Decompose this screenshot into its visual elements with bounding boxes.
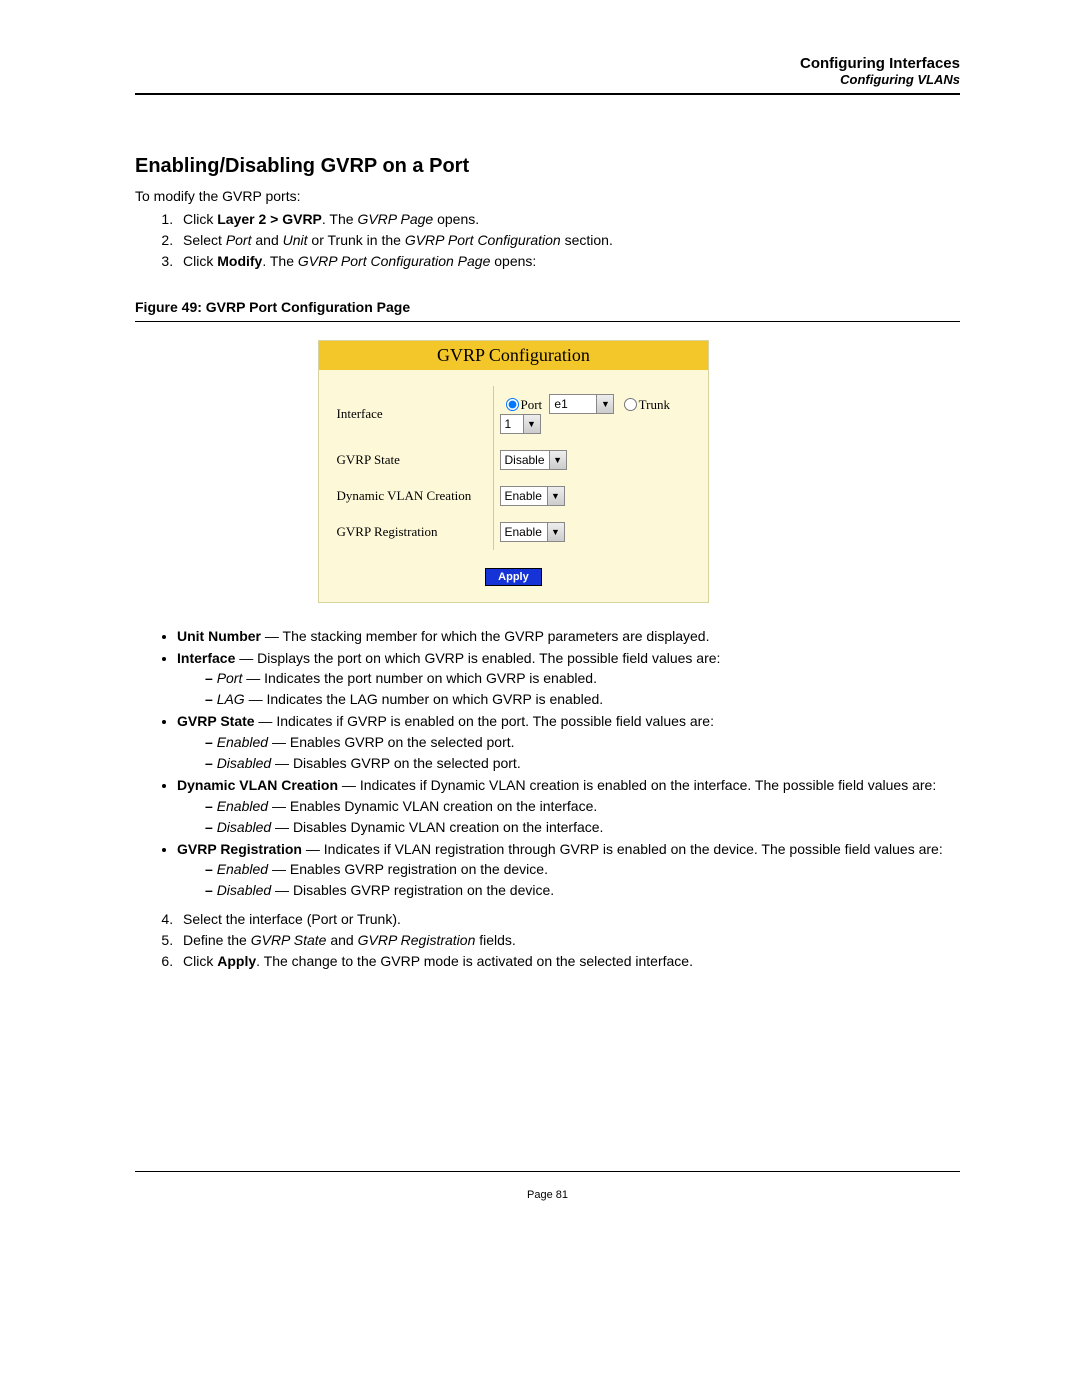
list-item: GVRP Registration — Indicates if VLAN re… [177, 840, 960, 901]
list-item: Click Modify. The GVRP Port Configuratio… [177, 252, 960, 271]
gvrp-form: Interface Port e1▼ Trunk 1▼ GVRP State D… [331, 386, 697, 550]
steps-top: Click Layer 2 > GVRP. The GVRP Page open… [135, 210, 960, 271]
trunk-radio[interactable] [624, 398, 637, 411]
header-line1: Configuring Interfaces [135, 55, 960, 72]
port-radio[interactable] [506, 398, 519, 411]
list-item: Click Layer 2 > GVRP. The GVRP Page open… [177, 210, 960, 229]
dynamic-vlan-label: Dynamic VLAN Creation [331, 478, 494, 514]
gvrp-state-label: GVRP State [331, 442, 494, 478]
field-definitions: Unit Number — The stacking member for wh… [135, 627, 960, 901]
gvrp-panel: GVRP Configuration Interface Port e1▼ Tr… [318, 340, 710, 603]
header-line2: Configuring VLANs [135, 72, 960, 87]
gvrp-registration-select[interactable]: Enable▼ [500, 522, 565, 542]
list-item: Enabled — Enables GVRP on the selected p… [205, 733, 960, 752]
dynamic-vlan-select[interactable]: Enable▼ [500, 486, 565, 506]
page-footer: Page 81 [135, 1179, 960, 1241]
interface-label: Interface [331, 386, 494, 442]
list-item: Interface — Displays the port on which G… [177, 649, 960, 710]
figure-caption: Figure 49: GVRP Port Configuration Page [135, 299, 960, 315]
apply-button[interactable]: Apply [485, 568, 542, 586]
list-item: Disabled — Disables GVRP registration on… [205, 881, 960, 900]
footer-rule [135, 1171, 960, 1172]
list-item: Unit Number — The stacking member for wh… [177, 627, 960, 646]
trunk-select[interactable]: 1▼ [500, 414, 541, 434]
list-item: Select Port and Unit or Trunk in the GVR… [177, 231, 960, 250]
list-item: Click Apply. The change to the GVRP mode… [177, 952, 960, 971]
chevron-down-icon: ▼ [547, 523, 564, 541]
gvrp-panel-wrapper: GVRP Configuration Interface Port e1▼ Tr… [318, 340, 778, 603]
section-title: Enabling/Disabling GVRP on a Port [135, 155, 960, 178]
page-header: Configuring Interfaces Configuring VLANs [135, 55, 960, 87]
list-item: LAG — Indicates the LAG number on which … [205, 690, 960, 709]
document-page: Configuring Interfaces Configuring VLANs… [0, 0, 1080, 1241]
chevron-down-icon: ▼ [523, 415, 540, 433]
panel-side-spacer [709, 340, 777, 603]
port-select[interactable]: e1▼ [549, 394, 614, 414]
panel-title: GVRP Configuration [319, 341, 709, 370]
list-item: Enabled — Enables GVRP registration on t… [205, 860, 960, 879]
figure-rule [135, 321, 960, 322]
gvrp-registration-label: GVRP Registration [331, 514, 494, 550]
header-rule [135, 93, 960, 95]
gvrp-state-select[interactable]: Disable▼ [500, 450, 567, 470]
list-item: Port — Indicates the port number on whic… [205, 669, 960, 688]
chevron-down-icon: ▼ [549, 451, 566, 469]
list-item: Select the interface (Port or Trunk). [177, 910, 960, 929]
list-item: GVRP State — Indicates if GVRP is enable… [177, 712, 960, 773]
interface-controls: Port e1▼ Trunk 1▼ [493, 386, 696, 442]
chevron-down-icon: ▼ [596, 395, 613, 413]
intro-text: To modify the GVRP ports: [135, 188, 960, 204]
chevron-down-icon: ▼ [547, 487, 564, 505]
list-item: Define the GVRP State and GVRP Registrat… [177, 931, 960, 950]
list-item: Enabled — Enables Dynamic VLAN creation … [205, 797, 960, 816]
list-item: Dynamic VLAN Creation — Indicates if Dyn… [177, 776, 960, 837]
list-item: Disabled — Disables Dynamic VLAN creatio… [205, 818, 960, 837]
steps-bottom: Select the interface (Port or Trunk). De… [135, 910, 960, 971]
list-item: Disabled — Disables GVRP on the selected… [205, 754, 960, 773]
